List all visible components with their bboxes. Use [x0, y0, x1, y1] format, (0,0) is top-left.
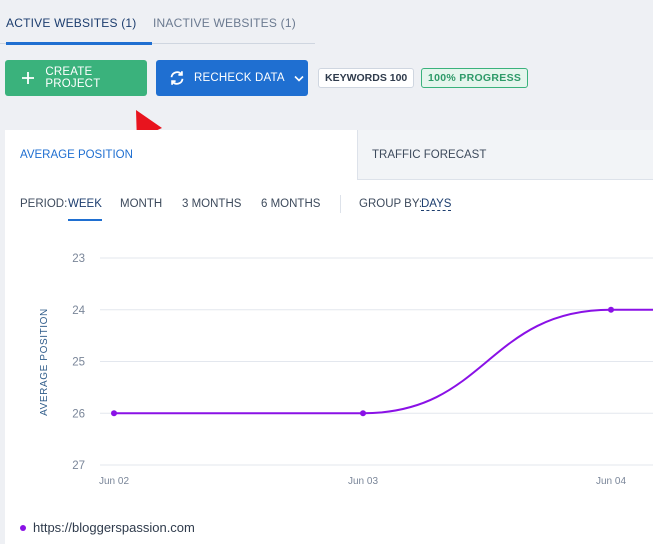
y-tick-label: 23 [72, 253, 85, 265]
data-point [111, 410, 117, 417]
tab-inactive-websites[interactable]: INACTIVE WEBSITES (1) [153, 0, 296, 45]
y-tick-label: 26 [72, 408, 85, 420]
refresh-icon [168, 69, 186, 87]
recheck-data-label: RECHECK DATA [194, 72, 285, 84]
create-project-button[interactable]: CREATE PROJECT [5, 60, 147, 96]
keywords-badge: KEYWORDS 100 [318, 68, 415, 88]
y-tick-label: 27 [72, 460, 85, 472]
y-axis-label: AVERAGE POSITION [39, 308, 50, 416]
x-tick-label: Jun 04 [596, 476, 626, 487]
chart-legend[interactable]: https://bloggerspassion.com [20, 520, 195, 535]
average-position-panel: AVERAGE POSITION TRAFFIC FORECAST PERIOD… [5, 130, 653, 544]
data-point [608, 306, 614, 313]
x-tick-label: Jun 03 [348, 476, 378, 487]
website-tabs: ACTIVE WEBSITES (1) INACTIVE WEBSITES (1… [0, 0, 653, 45]
chevron-down-icon [294, 75, 304, 82]
x-tick-label: Jun 02 [99, 476, 129, 487]
progress-badge: 100% PROGRESS [421, 68, 529, 88]
create-project-label: CREATE PROJECT [45, 66, 101, 90]
y-tick-label: 25 [72, 357, 85, 369]
tab-active-websites[interactable]: ACTIVE WEBSITES (1) [6, 0, 137, 45]
recheck-data-button[interactable]: RECHECK DATA [156, 60, 308, 96]
average-position-chart: 23 24 25 26 27 AVERAGE POSITION Jun 02 Jun 03 Ju… [39, 253, 653, 487]
data-point [360, 410, 366, 417]
y-tick-label: 24 [72, 305, 85, 317]
legend-series-name: https://bloggerspassion.com [33, 520, 195, 535]
plus-icon [19, 69, 36, 87]
active-tab-indicator [6, 42, 152, 45]
legend-marker [20, 524, 26, 531]
